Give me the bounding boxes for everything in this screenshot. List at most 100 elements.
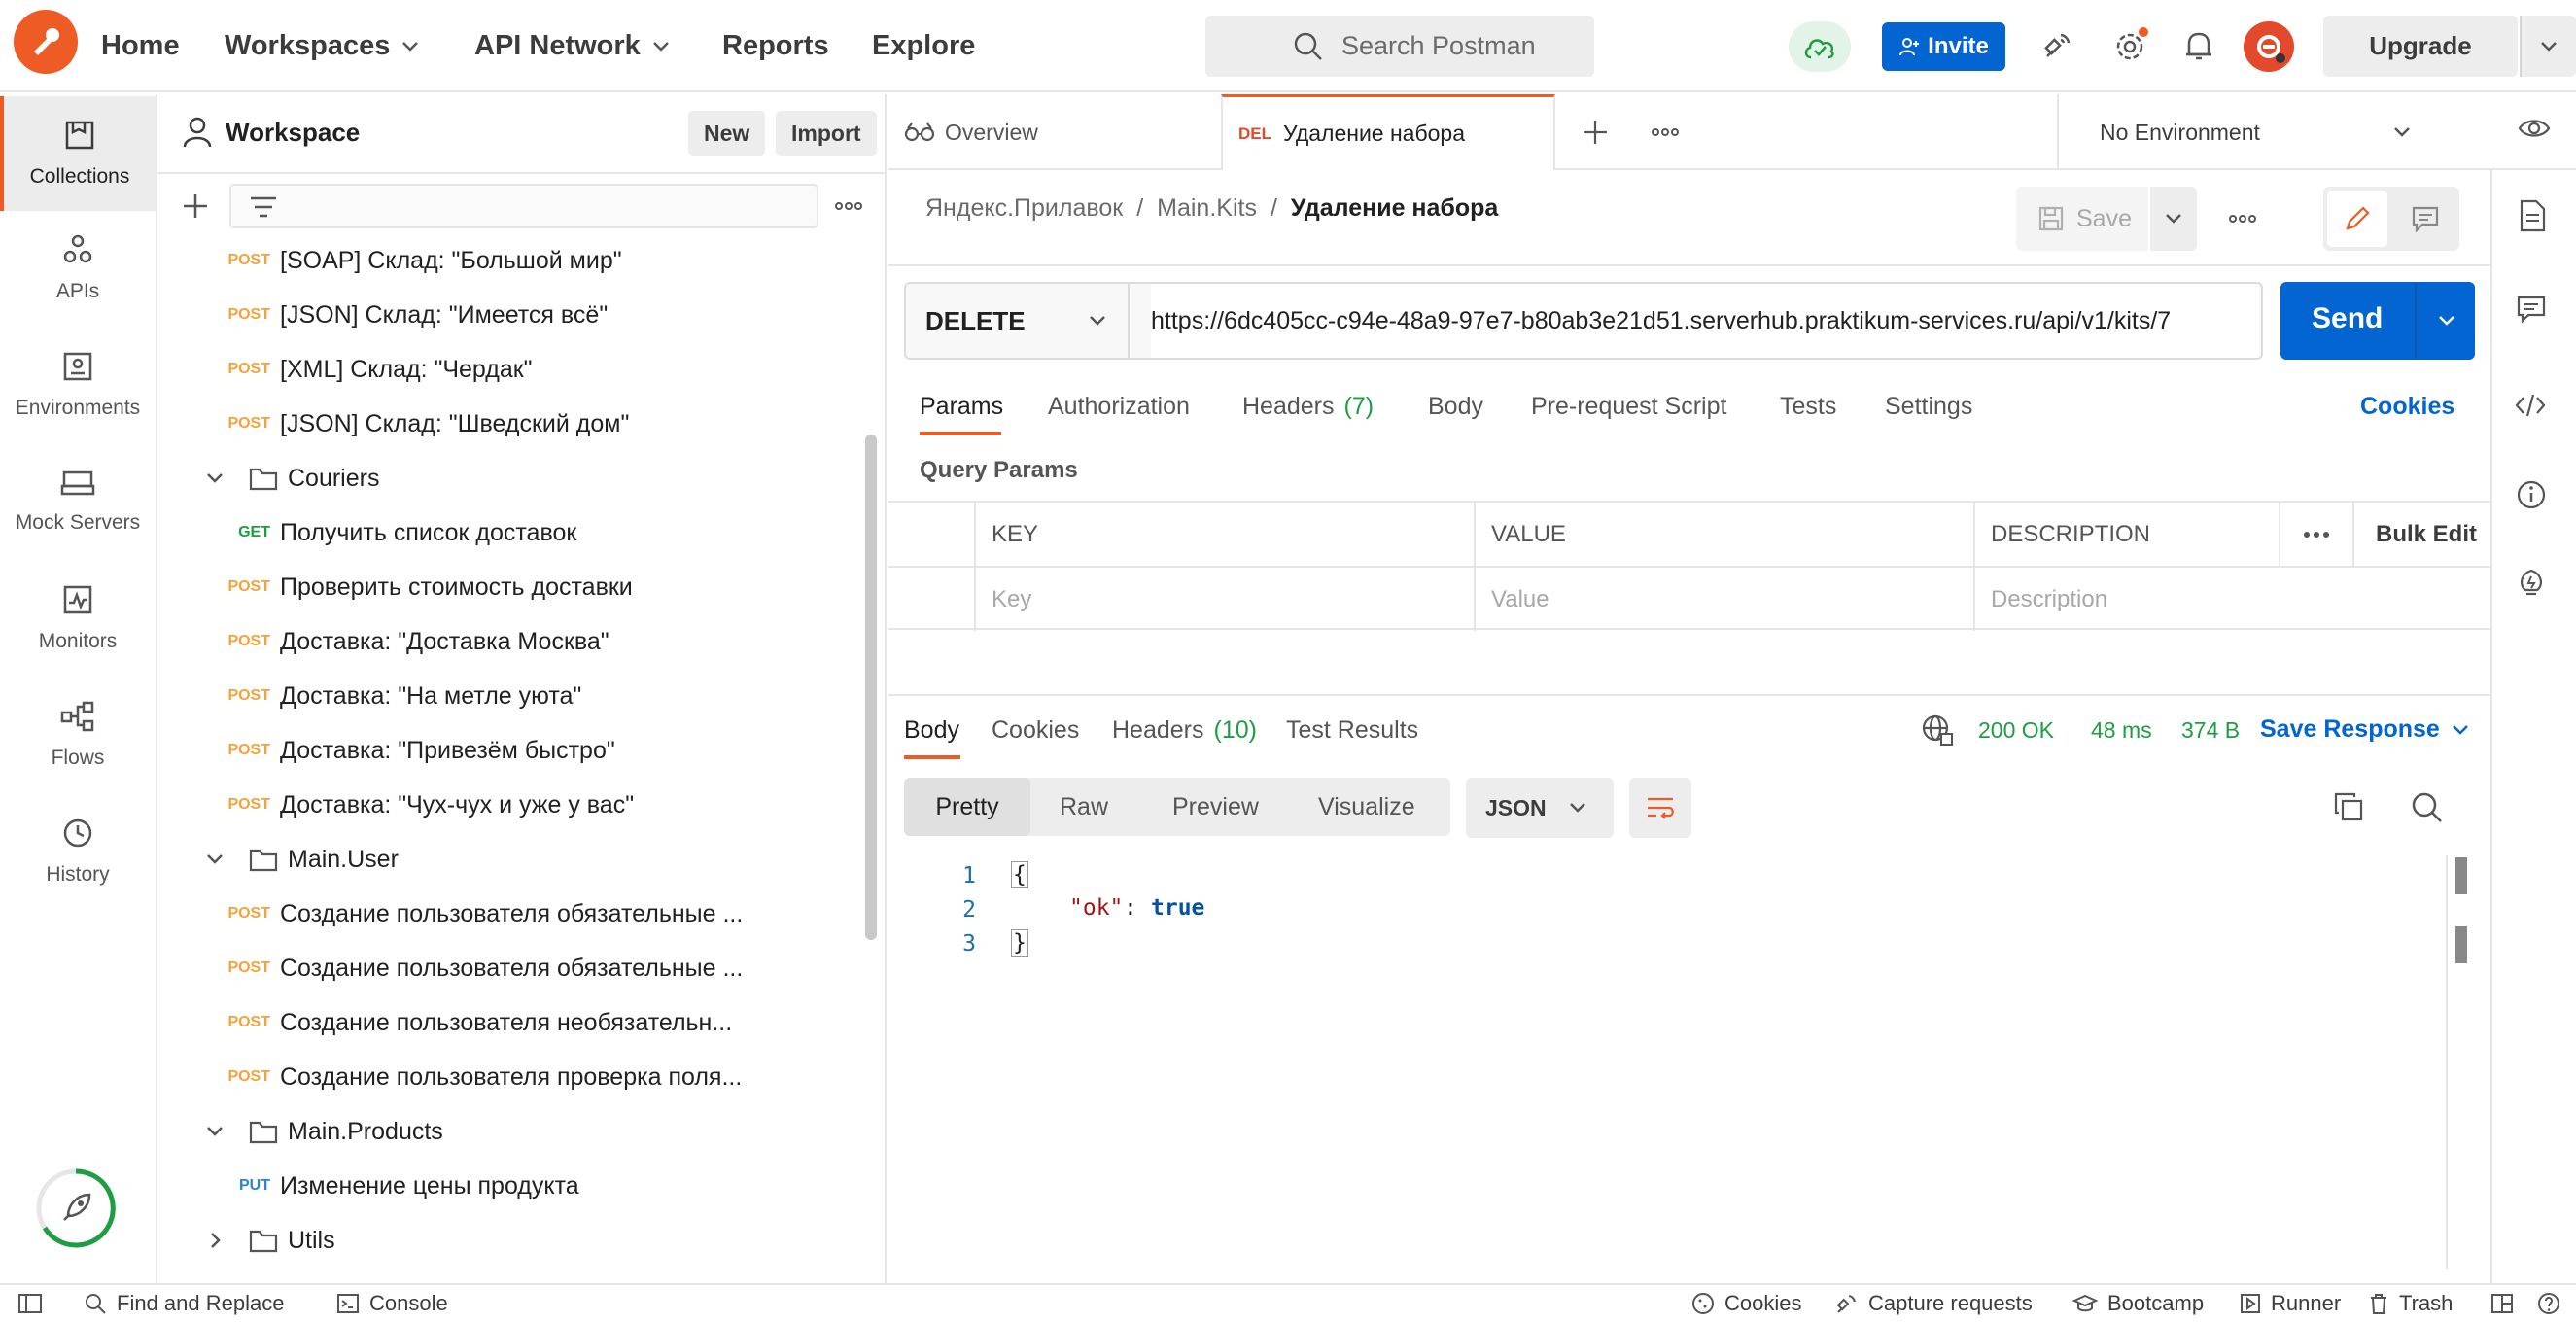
help-icon[interactable] <box>2537 1285 2560 1322</box>
more-options-icon[interactable] <box>834 201 863 211</box>
view-preview[interactable]: Preview <box>1143 778 1288 836</box>
bulk-edit-button[interactable]: Bulk Edit <box>2354 503 2490 566</box>
capture-requests-button[interactable]: Capture requests <box>1835 1285 2033 1322</box>
param-value-input[interactable]: Value <box>1476 568 1975 631</box>
sidebar-scrollbar[interactable] <box>865 435 877 940</box>
view-pretty[interactable]: Pretty <box>904 778 1030 836</box>
documentation-icon[interactable] <box>2518 199 2547 232</box>
nav-api-network[interactable]: API Network <box>474 0 670 92</box>
search-input[interactable]: Search Postman <box>1205 16 1594 77</box>
code-snippet-icon[interactable] <box>2514 392 2547 419</box>
avatar[interactable] <box>2244 21 2294 72</box>
tab-delete-kit[interactable]: DEL Удаление набора <box>1221 94 1555 170</box>
breadcrumb-collection[interactable]: Яндекс.Прилавок <box>925 194 1123 223</box>
new-button[interactable]: New <box>688 111 766 156</box>
request-item[interactable]: POST Доставка: "На метле уюта" <box>157 669 857 723</box>
request-item[interactable]: POST [SOAP] Склад: "Большой мир" <box>157 233 857 288</box>
runner-button[interactable]: Runner <box>2240 1285 2341 1322</box>
request-more-icon[interactable] <box>2228 214 2257 224</box>
request-item[interactable]: POST [XML] Склад: "Чердак" <box>157 342 857 397</box>
request-item[interactable]: POST Доставка: "Доставка Москва" <box>157 614 857 669</box>
chevron-down-icon[interactable] <box>206 470 224 487</box>
edit-mode-button[interactable] <box>2327 191 2387 247</box>
response-size[interactable]: 374 B <box>2181 717 2240 744</box>
word-wrap-button[interactable] <box>1629 778 1691 838</box>
rail-item-collections[interactable]: Collections <box>0 96 156 211</box>
request-item[interactable]: PUT Изменение цены продукта <box>157 1159 857 1213</box>
new-tab-icon[interactable] <box>1581 118 1610 147</box>
response-time[interactable]: 48 ms <box>2091 717 2152 744</box>
rail-item-apis[interactable]: APIs <box>0 211 156 326</box>
upgrade-options-button[interactable] <box>2520 16 2576 77</box>
bootcamp-button[interactable]: Bootcamp <box>2072 1285 2204 1322</box>
response-tab-headers[interactable]: Headers (10) <box>1112 716 1257 745</box>
request-item[interactable]: POST [JSON] Склад: "Имеется всё" <box>157 288 857 342</box>
lightbulb-icon[interactable] <box>2516 567 2547 600</box>
copy-icon[interactable] <box>2333 791 2364 822</box>
tab-settings[interactable]: Settings <box>1885 393 1972 421</box>
request-item[interactable]: POST Создание пользователя обязательные .… <box>157 941 857 995</box>
cookies-button[interactable]: Cookies <box>1691 1285 1801 1322</box>
environment-selector[interactable]: No Environment <box>2057 94 2465 170</box>
comments-mode-button[interactable] <box>2395 191 2455 247</box>
method-select[interactable]: DELETE <box>906 284 1130 358</box>
tab-headers[interactable]: Headers (7) <box>1242 393 1374 421</box>
nav-reports[interactable]: Reports <box>722 0 829 92</box>
environment-quick-look-icon[interactable] <box>2518 117 2551 140</box>
view-visualize[interactable]: Visualize <box>1289 778 1445 836</box>
folder-item[interactable]: Main.Products <box>157 1104 857 1159</box>
param-key-input[interactable]: Key <box>976 568 1476 631</box>
send-button[interactable]: Send <box>2280 282 2475 360</box>
tab-authorization[interactable]: Authorization <box>1048 393 1190 421</box>
nav-home[interactable]: Home <box>101 0 180 92</box>
network-globe-icon[interactable] <box>1921 713 1954 747</box>
request-item[interactable]: POST Создание пользователя обязательные .… <box>157 887 857 941</box>
save-response-button[interactable]: Save Response <box>2260 715 2469 744</box>
rail-item-mock-servers[interactable]: Mock Servers <box>0 444 156 559</box>
cookies-link[interactable]: Cookies <box>2360 393 2454 421</box>
breadcrumb-folder[interactable]: Main.Kits <box>1157 194 1257 223</box>
rail-item-environments[interactable]: Environments <box>0 328 156 442</box>
request-item[interactable]: POST Создание пользователя необязательн..… <box>157 995 857 1050</box>
row-checkbox[interactable] <box>888 568 976 631</box>
rocket-progress-icon[interactable] <box>35 1167 117 1249</box>
nav-explore[interactable]: Explore <box>872 0 975 92</box>
format-select[interactable]: JSON <box>1466 778 1614 838</box>
view-raw[interactable]: Raw <box>1030 778 1137 836</box>
tabs-more-icon[interactable] <box>1651 127 1680 137</box>
tab-tests[interactable]: Tests <box>1780 393 1836 421</box>
rail-item-flows[interactable]: Flows <box>0 678 156 792</box>
request-item[interactable]: POST Создание пользователя проверка поля.… <box>157 1050 857 1104</box>
comments-icon[interactable] <box>2516 295 2547 324</box>
console-button[interactable]: Console <box>336 1285 448 1322</box>
import-button[interactable]: Import <box>776 111 877 156</box>
request-item[interactable]: POST Доставка: "Привезём быстро" <box>157 723 857 778</box>
add-collection-icon[interactable] <box>181 191 210 221</box>
notifications-bell-icon[interactable] <box>2183 29 2214 62</box>
search-response-icon[interactable] <box>2411 791 2444 824</box>
breadcrumb-request[interactable]: Удаление набора <box>1291 194 1498 223</box>
sync-status-icon[interactable] <box>1789 21 1851 72</box>
save-options-button[interactable] <box>2150 187 2197 251</box>
request-item[interactable]: POST Проверить стоимость доставки <box>157 560 857 614</box>
info-icon[interactable] <box>2516 479 2547 510</box>
folder-item[interactable]: Main.User <box>157 832 857 887</box>
tab-overview[interactable]: Overview <box>904 94 1038 170</box>
response-tab-body[interactable]: Body <box>904 716 959 745</box>
rail-item-history[interactable]: History <box>0 794 156 909</box>
url-input[interactable]: https://6dc405cc-c94e-48a9-97e7-b80ab3e2… <box>1151 284 2259 358</box>
trash-button[interactable]: Trash <box>2368 1285 2453 1322</box>
folder-item[interactable]: Utils <box>157 1213 857 1268</box>
folder-item[interactable]: Couriers <box>157 451 857 505</box>
nav-workspaces[interactable]: Workspaces <box>225 0 419 92</box>
tab-params[interactable]: Params <box>920 393 1003 421</box>
request-item[interactable]: GET Получить список доставок <box>157 505 857 560</box>
param-description-input[interactable]: Description <box>1975 568 2490 631</box>
two-pane-view-icon[interactable] <box>2490 1285 2514 1322</box>
upgrade-button[interactable]: Upgrade <box>2323 16 2518 77</box>
postman-logo-icon[interactable] <box>14 10 78 74</box>
chevron-down-icon[interactable] <box>206 851 224 868</box>
table-options-icon[interactable] <box>2280 503 2354 566</box>
toggle-sidebar-icon[interactable] <box>17 1285 43 1322</box>
chevron-down-icon[interactable] <box>206 1123 224 1140</box>
